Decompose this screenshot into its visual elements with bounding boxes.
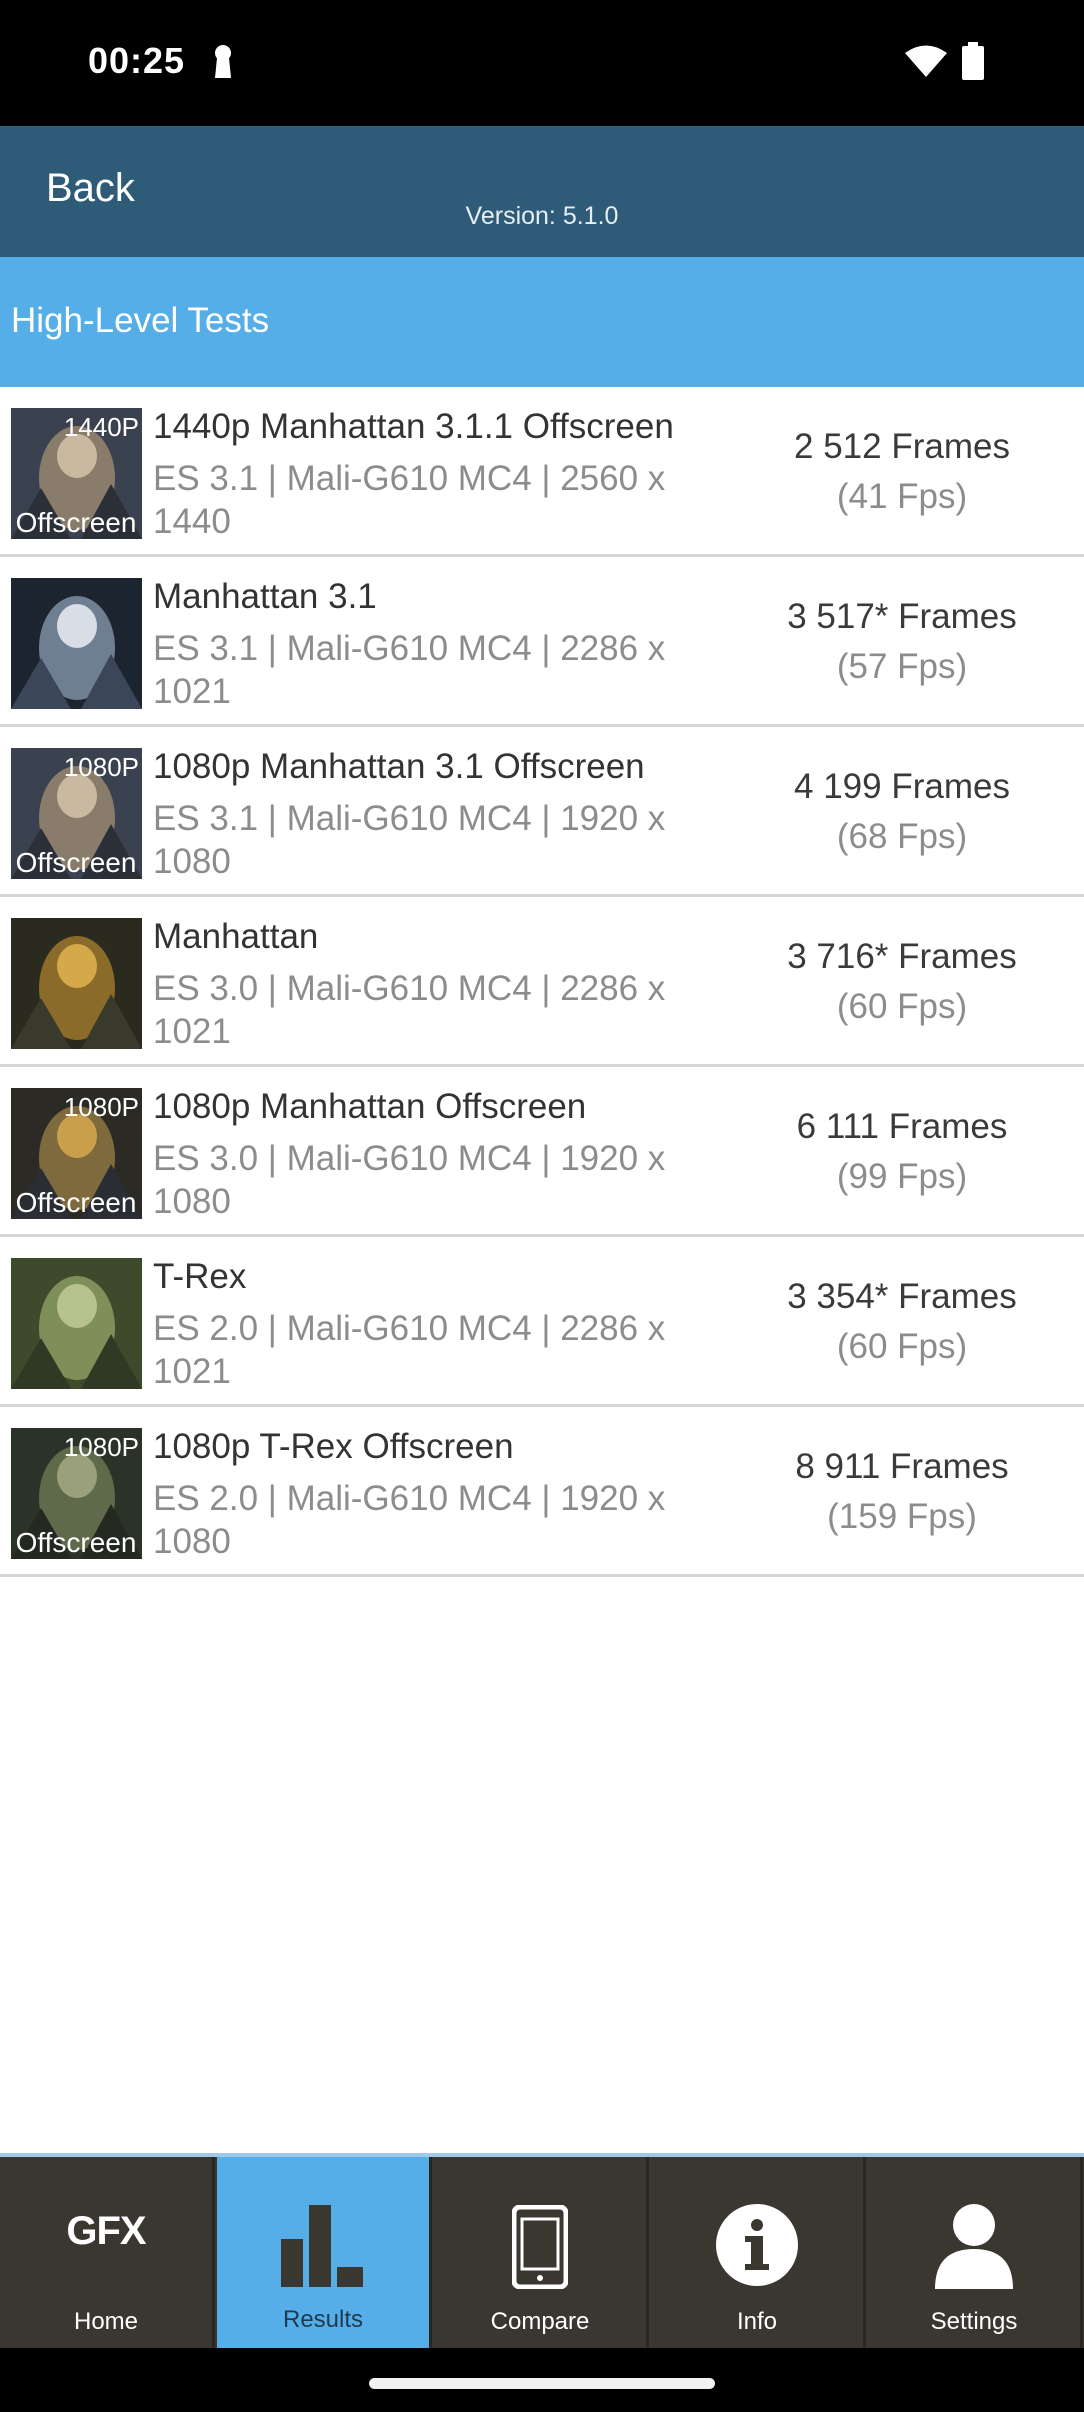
wifi-icon	[905, 45, 947, 77]
test-details: ES 3.1 | Mali-G610 MC4 | 2286 x 1021	[153, 629, 666, 711]
user-icon	[935, 2204, 1013, 2289]
bottom-tab-bar: GFX Home Results Compare Info Settings	[0, 2153, 1084, 2352]
app-header: Back Version: 5.1.0	[0, 126, 1084, 257]
test-name: Manhattan	[153, 917, 319, 956]
test-name: 1080p Manhattan 3.1 Offscreen	[153, 747, 645, 786]
tab-label: Settings	[930, 2308, 1018, 2335]
gfx-logo-icon: GFX	[66, 2209, 146, 2253]
test-fps: (68 Fps)	[836, 817, 968, 856]
thumbnail-badge-bottom: Offscreen	[16, 1527, 137, 1558]
thumbnail-badge-bottom: Offscreen	[16, 507, 137, 538]
tab-label: Info	[736, 2308, 778, 2335]
test-thumbnail: 1080P Offscreen	[11, 1428, 142, 1559]
tab-home[interactable]: GFX Home	[0, 2157, 215, 2352]
test-row[interactable]: 1080P Offscreen 1080p Manhattan Offscreen E…	[0, 1067, 1084, 1237]
test-name: 1080p Manhattan Offscreen	[153, 1087, 587, 1126]
navigation-bar	[0, 2348, 1084, 2412]
test-details: ES 3.1 | Mali-G610 MC4 | 2560 x 1440	[153, 459, 666, 541]
test-thumbnail: 1440P Offscreen	[11, 408, 142, 539]
test-name: Manhattan 3.1	[153, 577, 377, 616]
test-fps: (60 Fps)	[836, 987, 968, 1026]
test-fps: (41 Fps)	[836, 477, 968, 516]
test-thumbnail: 1080P Offscreen	[11, 1088, 142, 1219]
test-details: ES 2.0 | Mali-G610 MC4 | 2286 x 1021	[153, 1309, 666, 1391]
test-row[interactable]: 1080P Offscreen 1080p Manhattan 3.1 Offscr…	[0, 727, 1084, 897]
test-details: ES 3.0 | Mali-G610 MC4 | 1920 x 1080	[153, 1139, 666, 1221]
thumbnail-badge-top: 1440P	[64, 412, 139, 442]
test-row[interactable]: T-Rex ES 2.0 | Mali-G610 MC4 | 2286 x 102…	[0, 1237, 1084, 1407]
test-fps: (159 Fps)	[827, 1497, 977, 1536]
test-row[interactable]: Manhattan 3.1 ES 3.1 | Mali-G610 MC4 | 22…	[0, 557, 1084, 727]
test-frames: 3 517* Frames	[787, 597, 1017, 636]
home-gesture-handle[interactable]	[369, 2378, 715, 2389]
test-name: 1080p T-Rex Offscreen	[153, 1427, 514, 1466]
section-title: High-Level Tests	[11, 301, 270, 340]
test-details: ES 2.0 | Mali-G610 MC4 | 1920 x 1080	[153, 1479, 666, 1561]
test-row[interactable]: 1080P Offscreen 1080p T-Rex Offscreen ES 2.…	[0, 1407, 1084, 1577]
thumbnail-badge-top: 1080P	[64, 1092, 139, 1122]
test-fps: (60 Fps)	[836, 1327, 968, 1366]
tab-results[interactable]: Results	[217, 2157, 432, 2352]
test-details: ES 3.1 | Mali-G610 MC4 | 1920 x 1080	[153, 799, 666, 881]
status-bar: 00:25	[0, 0, 1084, 126]
tab-label: Results	[282, 2306, 364, 2333]
version-label: Version: 5.1.0	[465, 202, 619, 230]
test-thumbnail: 1080P Offscreen	[11, 748, 142, 879]
thumbnail-badge-bottom: Offscreen	[16, 847, 137, 878]
bar-chart-icon	[281, 2205, 363, 2287]
info-icon	[716, 2204, 798, 2286]
phone-icon	[512, 2205, 568, 2289]
test-frames: 8 911 Frames	[795, 1447, 1009, 1486]
tab-label: Home	[73, 2308, 139, 2335]
test-frames: 4 199 Frames	[794, 767, 1010, 806]
test-fps: (99 Fps)	[836, 1157, 968, 1196]
test-frames: 2 512 Frames	[794, 427, 1010, 466]
test-thumbnail	[11, 1258, 142, 1389]
test-thumbnail	[11, 578, 142, 709]
tab-info[interactable]: Info	[651, 2157, 866, 2352]
test-frames: 3 354* Frames	[787, 1277, 1017, 1316]
test-frames: 3 716* Frames	[787, 937, 1017, 976]
test-name: 1440p Manhattan 3.1.1 Offscreen	[153, 407, 674, 446]
test-row[interactable]: Manhattan ES 3.0 | Mali-G610 MC4 | 2286 x…	[0, 897, 1084, 1067]
tab-label: Compare	[490, 2308, 590, 2335]
tab-compare[interactable]: Compare	[434, 2157, 649, 2352]
status-time: 00:25	[88, 40, 186, 81]
test-name: T-Rex	[153, 1257, 247, 1296]
thumbnail-badge-bottom: Offscreen	[16, 1187, 137, 1218]
test-row[interactable]: 1440P Offscreen 1440p Manhattan 3.1.1 Offs…	[0, 387, 1084, 557]
test-fps: (57 Fps)	[836, 647, 968, 686]
test-thumbnail	[11, 918, 142, 1049]
test-frames: 6 111 Frames	[796, 1107, 1008, 1146]
tab-settings[interactable]: Settings	[868, 2157, 1083, 2352]
thumbnail-badge-top: 1080P	[64, 752, 139, 782]
test-details: ES 3.0 | Mali-G610 MC4 | 2286 x 1021	[153, 969, 666, 1051]
thumbnail-badge-top: 1080P	[64, 1432, 139, 1462]
results-list: 1440P Offscreen 1440p Manhattan 3.1.1 Offs…	[0, 387, 1084, 1577]
battery-icon	[962, 42, 984, 80]
section-header: High-Level Tests	[0, 257, 1084, 387]
keyhole-icon	[215, 45, 231, 78]
